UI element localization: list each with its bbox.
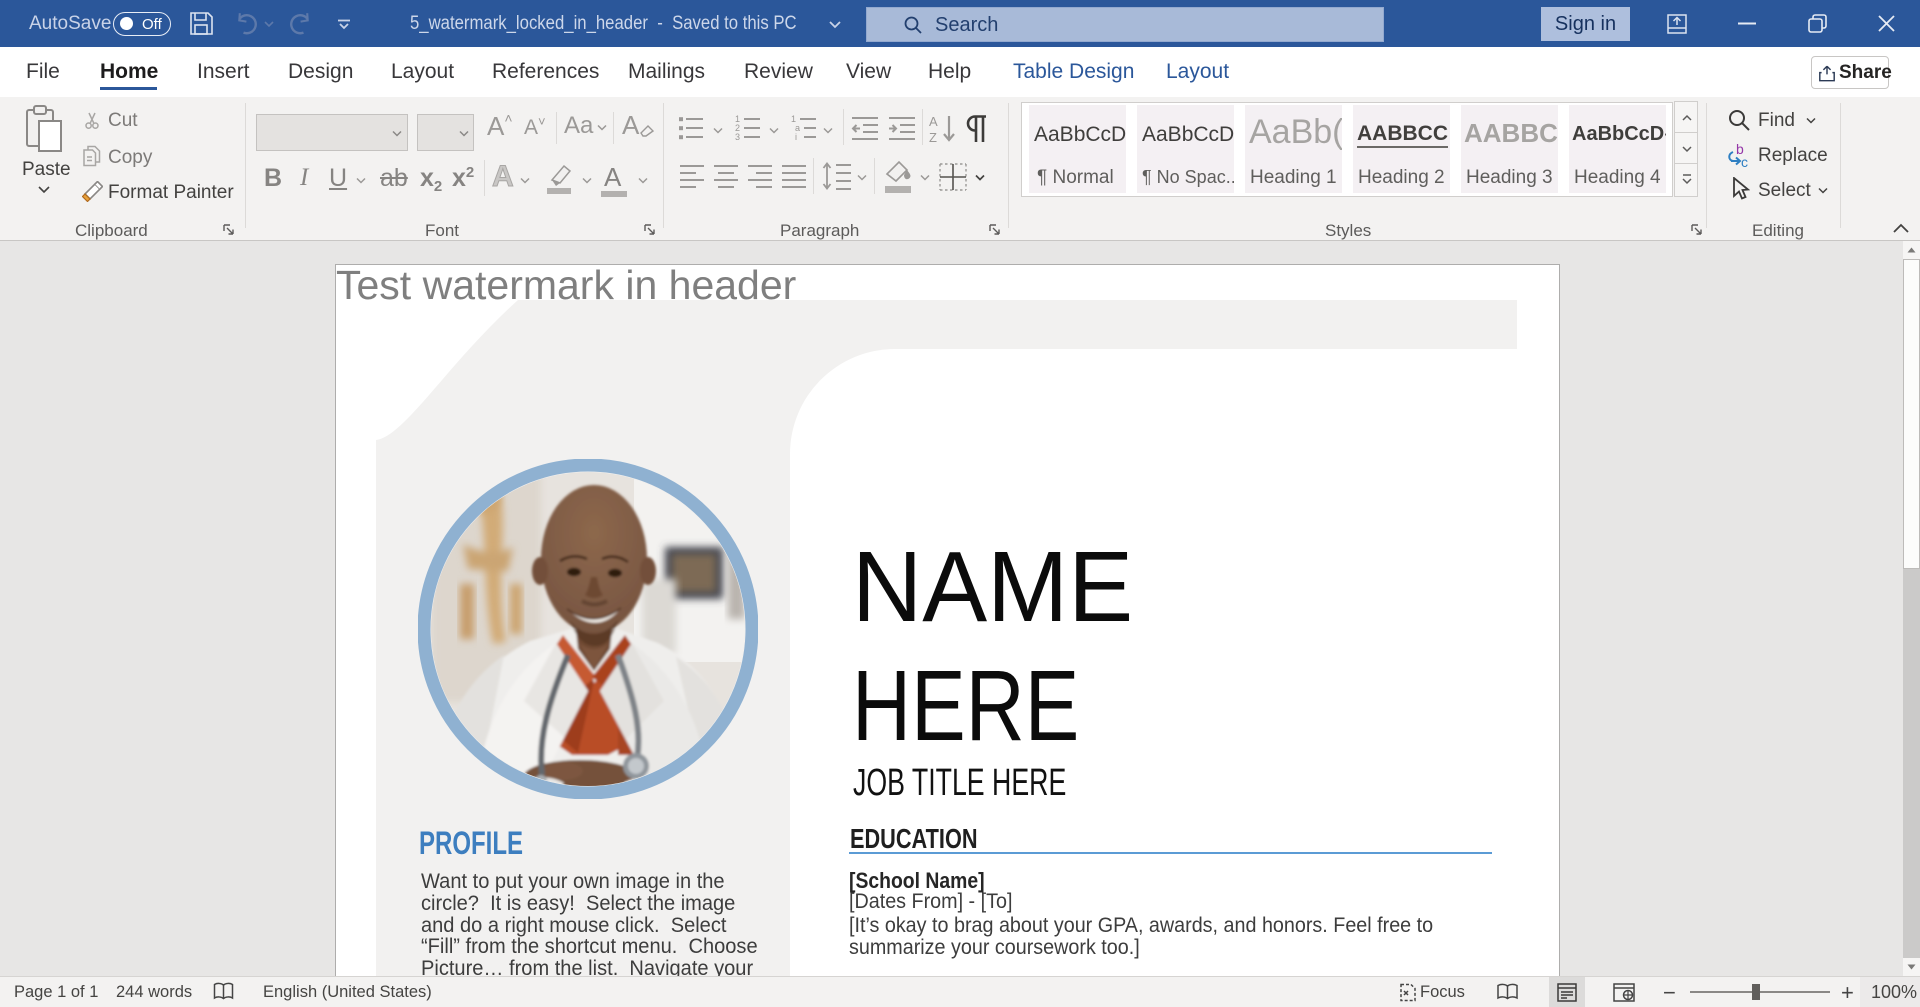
svg-text:Z: Z (929, 130, 937, 144)
svg-text:A: A (929, 114, 938, 129)
svg-text:c: c (1741, 154, 1748, 168)
svg-text:3: 3 (735, 132, 740, 142)
svg-text:i: i (795, 132, 797, 142)
